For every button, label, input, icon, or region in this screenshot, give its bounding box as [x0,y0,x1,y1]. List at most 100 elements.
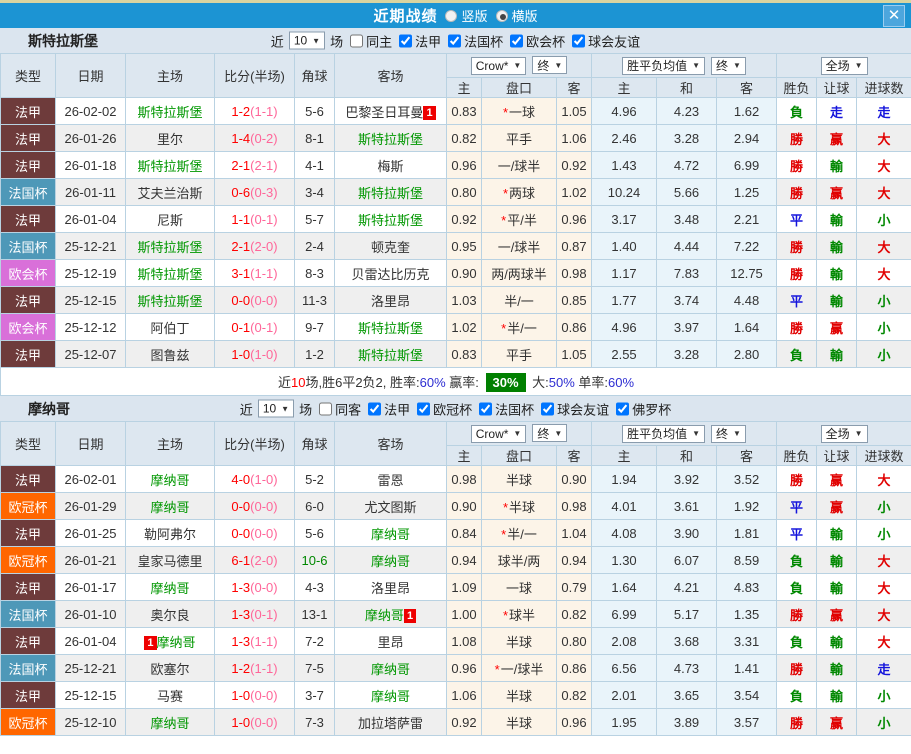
same-venue-checkbox[interactable] [319,402,333,415]
league-checkbox-3[interactable] [572,34,586,47]
away-team: 斯特拉斯堡 [334,124,447,152]
league-checkbox-1[interactable] [448,34,462,47]
result-win-lose-value: 平 [790,212,804,228]
result-handicap: 赢 [816,178,858,206]
league-checkbox-2[interactable] [510,34,524,47]
match-count-select[interactable]: 10 ▼ [257,399,295,418]
avg-away: 3.54 [716,681,778,709]
away-team: 斯特拉斯堡 [334,205,447,233]
summary-segment: 30% [485,373,526,392]
handicap: *球半 [481,600,557,628]
home-team-name: 尼斯 [156,212,183,228]
avg-home: 1.94 [591,465,658,493]
table-row: 法甲 26-01-04 尼斯 1-1(0-1) 5-7 斯特拉斯堡 0.92 *平/半 0.96… [0,205,911,233]
odds-company-select-value: Crow* [475,58,509,73]
sub-column-header: 客 [716,445,778,466]
league-checkbox-3[interactable] [541,402,555,415]
home-team: 阿伯丁 [125,313,215,341]
avg-home: 3.17 [591,205,658,233]
league-checkbox-2[interactable] [479,402,493,415]
table-row: 法甲 25-12-15 斯特拉斯堡 0-0(0-0) 11-3 洛里昂 1.03 半/一 0.8… [0,286,911,314]
scope-select[interactable]: 全场 ▼ [820,424,868,443]
score: 1-2(1-1) [214,654,295,682]
odds-final-select[interactable]: 终 ▼ [532,424,568,443]
handicap-text: 两/两球半 [491,266,547,282]
full-score: 1-2 [231,103,251,119]
odds-away: 1.06 [555,124,593,152]
avg-type-select[interactable]: 胜平负均值 ▼ [622,56,706,75]
odds-home: 1.09 [446,573,482,601]
away-team-name: 摩纳哥 [370,526,410,542]
result-goals-value: 大 [877,131,891,147]
type-badge: 法甲 [0,286,56,314]
result-win-lose: 平 [776,492,818,520]
away-team: 贝雷达比历克 [334,259,447,287]
league-checkbox-4[interactable] [616,402,630,415]
match-date: 25-12-10 [55,708,126,736]
avg-type-select[interactable]: 胜平负均值 ▼ [622,424,706,443]
result-goals: 小 [856,681,911,709]
scope-select-value: 全场 [825,59,850,73]
home-team: 勒阿弗尔 [125,519,215,547]
horizontal-layout-radio[interactable] [495,9,508,22]
vertical-layout-radio[interactable] [445,9,458,22]
result-win-lose-value: 平 [790,526,804,542]
match-count-select[interactable]: 10 ▼ [288,31,326,50]
avg-draw: 4.44 [656,232,718,260]
away-team-name: 贝雷达比历克 [351,266,430,282]
result-goals-value: 小 [877,499,891,515]
league-label-2: 法国杯 [495,402,535,417]
result-handicap-value: 走 [830,104,844,120]
avg-away: 1.25 [716,178,778,206]
league-checkbox-0[interactable] [399,34,413,47]
avg-final-select[interactable]: 终 ▼ [711,424,746,443]
odds-final-select-value: 终 [537,426,550,441]
table-row: 法甲 26-01-18 斯特拉斯堡 2-1(2-1) 4-1 梅斯 0.96 一/球半 0.92… [0,151,911,179]
result-goals-value: 大 [877,580,891,596]
avg-final-select[interactable]: 终 ▼ [711,56,746,75]
league-checkbox-1[interactable] [417,402,431,415]
handicap-star: * [502,499,509,515]
vertical-layout-label[interactable]: 竖版 [461,6,487,25]
result-handicap-value: 赢 [830,472,844,488]
result-win-lose: 勝 [776,259,818,287]
result-win-lose-value: 負 [790,347,804,363]
match-date: 25-12-15 [55,286,126,314]
league-label-3: 球会友谊 [588,34,641,49]
odds-final-select[interactable]: 终 ▼ [532,56,568,75]
popup-title: 近期战绩 [373,8,438,25]
corner-count: 5-7 [294,205,335,233]
same-venue-checkbox[interactable] [350,34,364,47]
sub-column-header: 胜负 [776,445,818,466]
odds-away: 0.90 [555,465,593,493]
odds-company-select[interactable]: Crow* ▼ [470,424,527,443]
table-row: 欧会杯 25-12-19 斯特拉斯堡 3-1(1-1) 8-3 贝雷达比历克 0.90 两/两… [0,259,911,287]
full-score: 2-1 [231,238,251,254]
odds-company-select[interactable]: Crow* ▼ [470,56,527,75]
score: 0-6(0-3) [214,178,295,206]
avg-draw: 3.61 [656,492,718,520]
result-goals: 小 [856,492,911,520]
half-score: (0-2) [250,130,278,146]
odds-home: 0.90 [446,259,482,287]
handicap: 一球 [481,573,557,601]
chevron-down-icon: ▼ [554,60,563,70]
home-team-name: 摩纳哥 [156,634,196,650]
scope-select[interactable]: 全场 ▼ [820,56,868,75]
score: 0-0(0-0) [214,492,295,520]
away-team-name: 加拉塔萨雷 [357,715,423,731]
section-header: 摩纳哥近 10 ▼ 场同客 法甲 欧冠杯 法国杯 球会友谊 佛罗杯 [0,396,911,421]
result-win-lose: 負 [776,573,818,601]
horizontal-layout-label[interactable]: 横版 [512,6,538,25]
table-row: 法甲 26-01-17 摩纳哥 1-3(0-0) 4-3 洛里昂 1.09 一球 0.79 1.6… [0,573,911,601]
table-row: 法国杯 25-12-21 斯特拉斯堡 2-1(2-0) 2-4 顿克奎 0.95 一/球半 0.… [0,232,911,260]
league-checkbox-0[interactable] [368,402,382,415]
odds-away: 0.96 [555,205,593,233]
away-team: 顿克奎 [334,232,447,260]
result-win-lose: 負 [776,340,818,368]
sub-column-header: 客 [716,77,778,98]
type-badge: 欧会杯 [0,259,56,287]
type-badge: 法甲 [0,151,56,179]
close-icon[interactable]: ✕ [883,4,905,27]
result-win-lose: 平 [776,286,818,314]
